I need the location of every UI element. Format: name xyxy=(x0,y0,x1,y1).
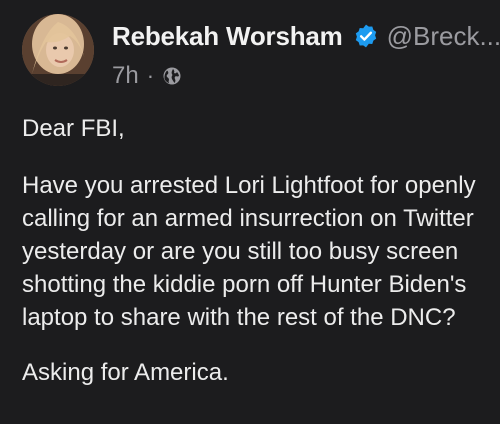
post-text: Have you arrested Lori Lightfoot for ope… xyxy=(22,172,476,331)
post-timestamp[interactable]: 7h xyxy=(112,62,139,90)
post-closing: Asking for America. xyxy=(22,359,229,386)
author-handle[interactable]: @Breck... xyxy=(387,21,500,52)
verified-badge-icon xyxy=(355,24,376,48)
author-row: Rebekah Worsham @Breck... xyxy=(112,18,500,54)
post-card: Rebekah Worsham @Breck... 7h · Dear FBI,… xyxy=(0,0,500,424)
avatar-image xyxy=(22,14,94,86)
post-greeting: Dear FBI, xyxy=(22,115,125,142)
globe-icon xyxy=(163,67,181,85)
post-body: Dear FBI, Have you arrested Lori Lightfo… xyxy=(22,112,492,389)
post-header: Rebekah Worsham @Breck... 7h · xyxy=(112,18,500,90)
author-name[interactable]: Rebekah Worsham xyxy=(112,21,343,52)
meta-separator: · xyxy=(146,63,155,88)
post-meta: 7h · xyxy=(112,62,500,90)
avatar[interactable] xyxy=(22,14,94,86)
